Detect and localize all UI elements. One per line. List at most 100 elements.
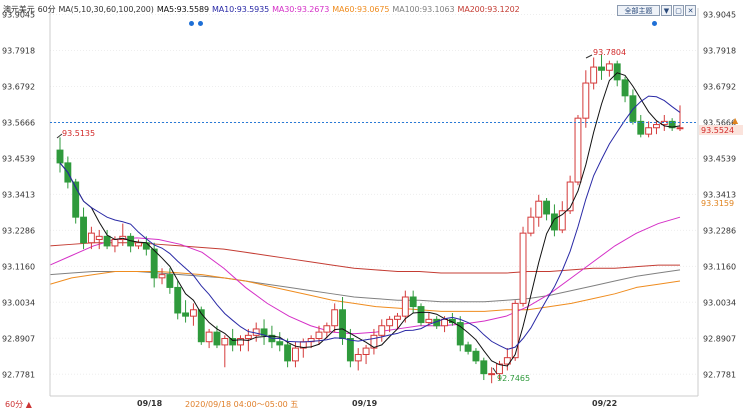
annotation-low-label: 92.7465 xyxy=(497,374,530,383)
candle-down xyxy=(346,338,354,362)
candle-up xyxy=(205,331,213,343)
candle-up xyxy=(527,216,535,234)
candle-down xyxy=(284,344,292,362)
event-dot-3[interactable] xyxy=(652,21,657,26)
annotation-left-label: 93.5135 xyxy=(62,129,95,138)
window-icon[interactable]: ▢ xyxy=(673,5,684,16)
ma30-value: MA30:93.2673 xyxy=(272,5,330,14)
current-price-label: 93.5524 xyxy=(701,126,734,135)
y-tick-left: 92.7781 xyxy=(2,370,35,379)
y-tick-right: 93.1160 xyxy=(703,262,736,271)
candle-up xyxy=(511,302,519,359)
y-tick-left: 93.0034 xyxy=(2,298,35,307)
candle-up xyxy=(653,124,660,129)
candle-up xyxy=(558,210,566,231)
candle-up xyxy=(111,239,119,247)
ma-ref-label: 93.3159 xyxy=(701,199,734,208)
candle-up xyxy=(292,347,299,362)
candle-down xyxy=(417,306,425,324)
candle-down xyxy=(174,286,182,314)
y-tick-right: 93.9045 xyxy=(703,11,736,20)
last-price-arrow: ▲ xyxy=(732,116,739,125)
candle-down xyxy=(637,120,645,135)
candle-up xyxy=(315,331,323,340)
candle-up xyxy=(221,338,229,346)
dropdown-icon[interactable]: ▼ xyxy=(661,5,672,16)
y-tick-left: 93.4539 xyxy=(2,154,35,163)
candle-up xyxy=(590,66,598,84)
y-tick-right: 93.6792 xyxy=(703,82,736,91)
candle-up xyxy=(519,232,527,304)
event-dot-2[interactable] xyxy=(198,21,203,26)
candle-up xyxy=(378,325,386,336)
y-tick-left: 93.3413 xyxy=(2,190,35,199)
candle-down xyxy=(339,309,346,340)
candle-up xyxy=(386,318,394,327)
candle-up xyxy=(135,242,142,247)
candle-down xyxy=(480,360,488,375)
x-label-0919: 09/19 xyxy=(352,399,378,408)
period-indicator[interactable]: 60分 ▲ xyxy=(5,399,32,410)
y-tick-right: 92.8907 xyxy=(703,334,736,343)
candle-down xyxy=(166,274,174,288)
candle-down xyxy=(197,309,205,343)
candle-down xyxy=(472,350,480,362)
candle-up xyxy=(95,235,103,241)
period-select[interactable]: 60分 xyxy=(38,5,56,14)
ma200-value: MA200:93.1202 xyxy=(457,5,520,14)
y-tick-right: 93.0034 xyxy=(703,298,736,307)
candle-down xyxy=(464,344,472,352)
candle-up xyxy=(605,63,613,71)
y-tick-right: 93.2286 xyxy=(703,226,736,235)
candle-up xyxy=(323,325,331,333)
candle-up xyxy=(252,328,260,336)
candle-up xyxy=(535,200,543,218)
candle-down xyxy=(543,200,551,215)
y-tick-right: 93.7918 xyxy=(703,47,736,56)
candle-up xyxy=(331,309,339,327)
view-select-button[interactable]: 全部主题 xyxy=(617,5,660,16)
event-dot-1[interactable] xyxy=(189,21,194,26)
x-label-0922: 09/22 xyxy=(592,399,617,408)
y-tick-left: 92.8907 xyxy=(2,334,35,343)
candle-up xyxy=(158,274,166,279)
ma60-value: MA60:93.0675 xyxy=(332,5,390,14)
candle-down xyxy=(80,216,87,244)
candle-down xyxy=(213,331,221,346)
candle-down xyxy=(56,149,64,164)
ma-params: MA(5,10,30,60,100,200) xyxy=(58,5,154,14)
candle-up xyxy=(244,334,252,340)
y-tick-left: 93.2286 xyxy=(2,226,35,235)
candle-down xyxy=(150,248,158,279)
candle-up xyxy=(645,127,653,135)
ma-legend: 澳元美元 60分 MA(5,10,30,60,100,200) MA5:93.5589… xyxy=(3,4,523,15)
crosshair-time-readout: 2020/09/18 04:00～05:00 五 xyxy=(185,400,299,409)
candle-down xyxy=(229,338,237,346)
close-icon[interactable]: ✕ xyxy=(685,5,696,16)
candle-up xyxy=(394,315,401,320)
candle-down xyxy=(276,341,284,346)
y-tick-right: 92.7781 xyxy=(703,370,736,379)
ma10-value: MA10:93.5935 xyxy=(211,5,270,14)
candle-up xyxy=(582,82,590,119)
candle-down xyxy=(409,296,417,308)
symbol-name: 澳元美元 xyxy=(3,5,35,14)
ma100-value: MA100:93.1063 xyxy=(392,5,455,14)
y-tick-right: 93.4539 xyxy=(703,154,736,163)
y-tick-left: 93.6792 xyxy=(2,82,35,91)
candle-down xyxy=(621,79,629,97)
y-tick-left: 93.7918 xyxy=(2,47,35,56)
candle-up xyxy=(87,232,95,244)
candle-up xyxy=(362,347,370,355)
candle-down xyxy=(613,63,621,81)
candle-down xyxy=(598,66,605,71)
candle-up xyxy=(425,318,433,324)
x-label-0918: 09/18 xyxy=(137,399,163,408)
ma5-value: MA5:93.5589 xyxy=(156,5,209,14)
candle-down xyxy=(103,235,111,247)
candle-up xyxy=(189,309,197,317)
candle-up xyxy=(574,117,582,183)
candlestick-chart[interactable]: 93.9045 93.904593.7918 93.791893.6792 93.67… xyxy=(0,0,749,414)
candle-up xyxy=(401,296,409,317)
candle-up xyxy=(488,373,496,376)
